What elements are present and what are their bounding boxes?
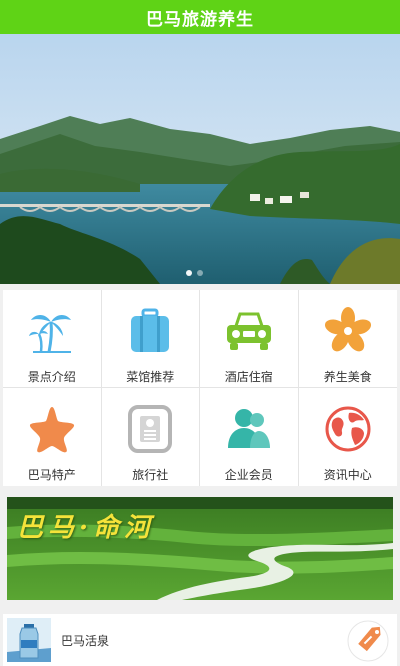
category-menu: 景点介绍 菜馆推荐 酒店住宿 养生美食 巴马特产 旅行社 企业会员 资讯中心 bbox=[3, 290, 397, 486]
product-thumbnail bbox=[7, 618, 51, 662]
feature-banner[interactable]: 巴马·命河 bbox=[7, 497, 393, 600]
star-icon bbox=[29, 407, 74, 453]
product-list-item[interactable]: 巴马活泉 bbox=[3, 614, 397, 666]
menu-item-restaurants[interactable]: 菜馆推荐 bbox=[101, 290, 200, 388]
carousel-dot-active[interactable] bbox=[186, 270, 192, 276]
menu-item-hotels[interactable]: 酒店住宿 bbox=[200, 290, 299, 388]
app-title: 巴马旅游养生 bbox=[146, 9, 254, 30]
menu-item-travel-agencies[interactable]: 旅行社 bbox=[102, 388, 200, 486]
globe-icon bbox=[325, 406, 371, 452]
banner-carousel[interactable] bbox=[0, 34, 400, 284]
product-name: 巴马活泉 bbox=[61, 633, 110, 648]
carousel-dot[interactable] bbox=[197, 270, 203, 276]
palm-tree-icon bbox=[28, 315, 71, 353]
price-tag-icon[interactable] bbox=[347, 620, 389, 662]
feature-caption: 巴马·命河 bbox=[17, 513, 156, 543]
banner-image bbox=[0, 34, 400, 284]
luggage-icon bbox=[131, 308, 170, 352]
app-header: 巴马旅游养生 bbox=[0, 0, 400, 34]
menu-item-news[interactable]: 资讯中心 bbox=[299, 388, 398, 486]
contact-card-icon bbox=[128, 405, 173, 453]
menu-item-specialties[interactable]: 巴马特产 bbox=[3, 388, 102, 486]
members-icon bbox=[227, 409, 270, 448]
car-icon bbox=[226, 312, 271, 350]
flower-icon bbox=[324, 307, 371, 352]
menu-item-health-food[interactable]: 养生美食 bbox=[298, 290, 397, 388]
menu-item-scenic-spots[interactable]: 景点介绍 bbox=[3, 290, 102, 388]
menu-item-members[interactable]: 企业会员 bbox=[200, 388, 299, 486]
